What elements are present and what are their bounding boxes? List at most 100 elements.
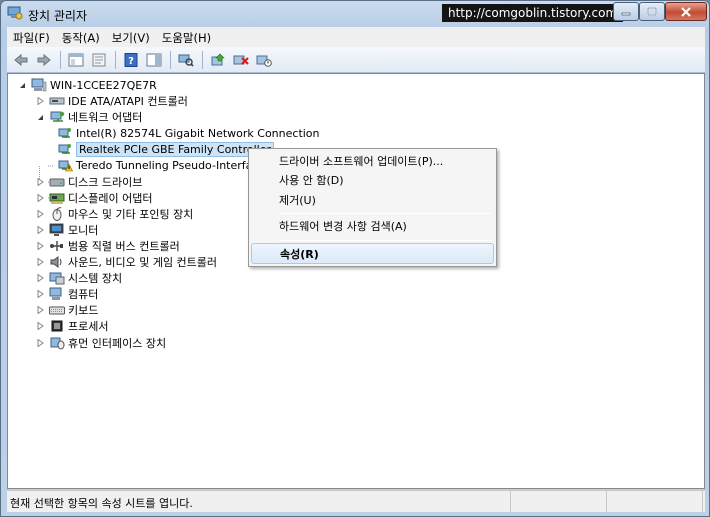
tree-item-label: 사운드, 비디오 및 게임 컨트롤러 xyxy=(68,256,218,269)
status-pane xyxy=(607,491,703,512)
tree-item-label: 모니터 xyxy=(68,223,99,237)
title-bar[interactable]: 장치 관리자 http://comgoblin.tistory.com xyxy=(1,1,709,27)
maximize-button[interactable] xyxy=(639,2,665,21)
ctx-separator xyxy=(279,213,492,214)
hid-icon xyxy=(50,337,65,349)
tree-item-label: Intel(R) 82574L Gigabit Network Connecti… xyxy=(76,126,320,140)
device-tree-pane[interactable]: WIN-1CCEE27QE7R IDE ATA/ATAPI 컨트롤러네트워크 어… xyxy=(7,73,705,489)
collapsed-arrow-icon[interactable] xyxy=(36,209,45,218)
menu-help[interactable]: 도움말(H) xyxy=(156,27,217,47)
tree-item[interactable]: 디스크 드라이브 xyxy=(36,174,142,190)
processor-icon xyxy=(51,320,63,332)
expanded-arrow-icon[interactable] xyxy=(36,113,45,122)
back-button[interactable] xyxy=(10,50,32,70)
ctx-separator xyxy=(279,240,492,241)
ide-controller-icon xyxy=(49,97,65,105)
collapsed-arrow-icon[interactable] xyxy=(36,338,45,347)
network-adapter-icon xyxy=(50,111,65,122)
watermark-text: http://comgoblin.tistory.com xyxy=(442,4,624,22)
status-bar: 현재 선택한 항목의 속성 시트를 엽니다. xyxy=(7,490,705,512)
display-adapter-icon xyxy=(49,193,65,204)
ctx-update-driver[interactable]: 드라이버 소프트웨어 업데이트(P)... xyxy=(251,151,494,172)
tree-item[interactable]: Teredo Tunneling Pseudo-Interface xyxy=(53,157,265,173)
collapsed-arrow-icon[interactable] xyxy=(36,322,45,331)
tree-item[interactable]: 휴먼 인터페이스 장치 xyxy=(36,335,166,351)
expanded-arrow-icon[interactable] xyxy=(18,81,27,90)
menu-view[interactable]: 보기(V) xyxy=(106,27,156,47)
help-button[interactable]: ? xyxy=(120,50,142,70)
toolbar-separator xyxy=(170,50,171,69)
ctx-uninstall[interactable]: 제거(U) xyxy=(251,190,494,211)
show-console-tree-button[interactable] xyxy=(65,50,87,70)
ctx-properties[interactable]: 속성(R) xyxy=(251,243,494,264)
action-pane-button[interactable] xyxy=(143,50,165,70)
tree-item-label: 프로세서 xyxy=(68,320,109,334)
tree-item[interactable]: 모니터 xyxy=(36,222,98,238)
toolbar-separator xyxy=(60,50,61,69)
collapsed-arrow-icon[interactable] xyxy=(36,258,45,267)
tree-item-label: 디스크 드라이브 xyxy=(68,175,143,189)
collapsed-arrow-icon[interactable] xyxy=(36,225,45,234)
tree-item[interactable]: 시스템 장치 xyxy=(36,270,122,286)
computer-icon xyxy=(31,78,47,92)
mouse-icon xyxy=(52,206,62,221)
update-driver-icon xyxy=(211,53,225,65)
tree-item[interactable]: 사운드, 비디오 및 게임 컨트롤러 xyxy=(36,254,217,270)
scan-hardware-button[interactable] xyxy=(175,50,197,70)
tree-item-label: 키보드 xyxy=(68,304,99,318)
menu-file[interactable]: 파일(F) xyxy=(7,27,56,47)
tree-item-label: 휴먼 인터페이스 장치 xyxy=(68,336,167,350)
system-device-icon xyxy=(49,272,65,285)
sound-icon xyxy=(50,256,62,268)
close-button[interactable] xyxy=(665,2,707,21)
toolbar-separator xyxy=(115,50,116,69)
keyboard-icon xyxy=(49,306,65,315)
tree-item[interactable]: 마우스 및 기타 포인팅 장치 xyxy=(36,206,193,222)
computer-icon xyxy=(49,287,62,301)
tree-item[interactable]: 네트워크 어댑터 xyxy=(36,109,142,125)
collapsed-arrow-icon[interactable] xyxy=(36,97,45,106)
close-icon xyxy=(681,6,691,17)
device-manager-window: 장치 관리자 http://comgoblin.tistory.com 파일(F… xyxy=(0,0,710,517)
tree-item[interactable]: Realtek PCIe GBE Family Controller xyxy=(53,141,275,157)
properties-button[interactable] xyxy=(88,50,110,70)
tree-root[interactable]: WIN-1CCEE27QE7R xyxy=(18,77,157,93)
tree-item[interactable]: 컴퓨터 xyxy=(36,286,98,302)
properties-sheet-icon xyxy=(92,53,106,66)
update-driver-button[interactable] xyxy=(207,50,229,70)
disable-device-icon xyxy=(256,55,272,67)
tree-item[interactable]: 디스플레이 어댑터 xyxy=(36,190,152,206)
minimize-button[interactable] xyxy=(613,2,639,21)
menu-bar: 파일(F) 동작(A) 보기(V) 도움말(H) xyxy=(7,27,705,47)
maximize-icon xyxy=(647,7,657,16)
uninstall-device-icon xyxy=(233,55,249,65)
uninstall-device-button[interactable] xyxy=(230,50,252,70)
ctx-scan-hardware[interactable]: 하드웨어 변경 사항 검색(A) xyxy=(251,216,494,237)
forward-arrow-icon xyxy=(37,53,51,66)
tree-item-label: 네트워크 어댑터 xyxy=(68,111,143,125)
collapsed-arrow-icon[interactable] xyxy=(36,193,45,202)
toolbar-separator xyxy=(202,50,203,69)
tree-item-label: 마우스 및 기타 포인팅 장치 xyxy=(68,207,194,221)
disable-device-button[interactable] xyxy=(253,50,275,70)
action-pane-icon xyxy=(146,53,162,66)
tree-item[interactable]: 키보드 xyxy=(36,302,98,318)
tree-item-label: Realtek PCIe GBE Family Controller xyxy=(76,141,275,157)
tree-item[interactable]: IDE ATA/ATAPI 컨트롤러 xyxy=(36,93,188,109)
collapsed-arrow-icon[interactable] xyxy=(36,306,45,315)
collapsed-arrow-icon[interactable] xyxy=(36,274,45,283)
tree-item-label: 컴퓨터 xyxy=(68,288,99,302)
monitor-icon xyxy=(49,223,64,236)
collapsed-arrow-icon[interactable] xyxy=(36,177,45,186)
context-menu: 드라이버 소프트웨어 업데이트(P)... 사용 안 함(D) 제거(U) 하드… xyxy=(248,148,497,267)
ctx-disable[interactable]: 사용 안 함(D) xyxy=(251,170,494,191)
tree-item[interactable]: 범용 직렬 버스 컨트롤러 xyxy=(36,238,180,254)
tree-item[interactable]: Intel(R) 82574L Gigabit Network Connecti… xyxy=(53,125,320,141)
tree-item[interactable]: 프로세서 xyxy=(36,318,108,334)
menu-action[interactable]: 동작(A) xyxy=(56,27,106,47)
forward-button[interactable] xyxy=(33,50,55,70)
collapsed-arrow-icon[interactable] xyxy=(36,241,45,250)
minimize-icon xyxy=(621,12,631,15)
tree-item-label: 범용 직렬 버스 컨트롤러 xyxy=(68,239,180,253)
collapsed-arrow-icon[interactable] xyxy=(36,290,45,299)
